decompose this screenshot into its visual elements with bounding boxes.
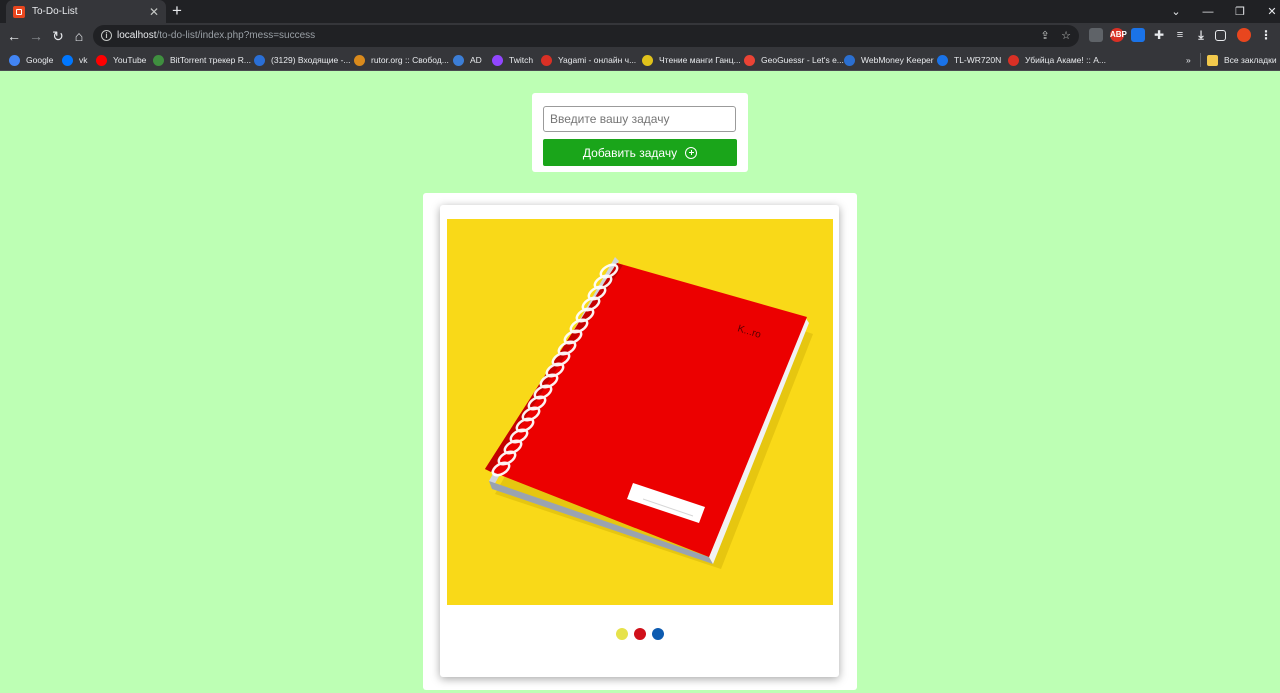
carousel-dots: [440, 628, 839, 640]
google-icon: [9, 54, 20, 66]
bookmark-geoguessr[interactable]: GeoGuessr - Let's e...: [744, 53, 844, 67]
bookmarks-overflow-button[interactable]: »: [1186, 53, 1191, 67]
plus-circle-icon: [685, 146, 698, 159]
add-task-button-label: Добавить задачу: [582, 145, 678, 160]
red-notebook-illustration: K...ro: [485, 257, 813, 569]
browser-tabstrip: To-Do-List ✕ + ⌄ — ❐ ✕: [0, 0, 1280, 23]
tab-close-icon[interactable]: ✕: [149, 6, 159, 18]
bookmark-akame[interactable]: Убийца Акаме! :: А...: [1008, 53, 1106, 67]
bookmark-router[interactable]: TL-WR720N: [937, 53, 1001, 67]
download-icon[interactable]: ⤓: [1194, 28, 1208, 42]
bittorrent-icon: [153, 54, 164, 66]
browser-toolbar: ← → ↻ ⌂ i localhost/to-do-list/index.php…: [0, 23, 1280, 49]
bookmark-webmoney[interactable]: WebMoney Keeper: [844, 53, 934, 67]
rutor-icon: [354, 54, 365, 66]
extensions-puzzle-icon[interactable]: ✚: [1152, 28, 1166, 42]
task-input[interactable]: [543, 106, 736, 132]
minimize-icon[interactable]: —: [1192, 6, 1224, 18]
home-icon[interactable]: ⌂: [70, 27, 88, 45]
carousel-dot-blue[interactable]: [651, 628, 664, 640]
bookmark-youtube[interactable]: YouTube: [96, 53, 146, 67]
bookmark-vk[interactable]: vk: [62, 53, 88, 67]
bookmark-google[interactable]: Google: [9, 53, 53, 67]
tab-search-icon[interactable]: ⌄: [1160, 5, 1192, 18]
window-close-icon[interactable]: ✕: [1256, 5, 1280, 18]
xampp-favicon-icon: [13, 5, 25, 18]
map-pin-icon: [744, 54, 755, 66]
window-controls: ⌄ — ❐ ✕: [1160, 0, 1280, 23]
share-icon[interactable]: ⇪: [1037, 28, 1053, 44]
browser-tab[interactable]: To-Do-List ✕: [6, 0, 166, 23]
menu-kebab-icon[interactable]: ⋮: [1259, 28, 1273, 42]
bookmark-star-icon[interactable]: ☆: [1058, 28, 1074, 44]
adblock-plus-icon[interactable]: ABP: [1110, 28, 1127, 42]
extension-blue-icon[interactable]: [1131, 28, 1145, 42]
bookmark-ad[interactable]: AD: [453, 53, 482, 67]
back-icon[interactable]: ←: [5, 27, 23, 45]
tab-title: To-Do-List: [32, 6, 78, 17]
router-icon: [937, 54, 948, 66]
notebook-image: K...ro: [447, 219, 833, 605]
yagami-icon: [541, 54, 552, 66]
youtube-icon: [96, 54, 107, 66]
side-panel-icon[interactable]: [1215, 30, 1226, 41]
bookmark-bittorrent[interactable]: BitTorrent трекер R...: [153, 53, 251, 67]
extension-cube-icon[interactable]: [1089, 28, 1103, 42]
new-tab-button[interactable]: +: [172, 2, 182, 20]
carousel-dot-yellow[interactable]: [615, 628, 628, 640]
url-text[interactable]: localhost/to-do-list/index.php?mess=succ…: [117, 30, 315, 41]
mail-icon: [254, 54, 265, 66]
add-task-form: Добавить задачу: [532, 93, 748, 172]
forward-icon[interactable]: →: [27, 27, 45, 45]
reload-icon[interactable]: ↻: [49, 27, 67, 45]
twitch-icon: [492, 54, 503, 66]
bookmark-rutor[interactable]: rutor.org :: Свобод...: [354, 53, 449, 67]
carousel-dot-red[interactable]: [633, 628, 646, 640]
add-task-button[interactable]: Добавить задачу: [543, 139, 737, 166]
bookmark-yagami[interactable]: Yagami - онлайн ч...: [541, 53, 636, 67]
folder-icon: [1207, 54, 1218, 66]
address-bar[interactable]: i localhost/to-do-list/index.php?mess=su…: [93, 25, 1079, 47]
restore-icon[interactable]: ❐: [1224, 5, 1256, 18]
reading-list-icon[interactable]: ≡: [1173, 28, 1187, 42]
carousel-card: K...ro: [440, 205, 839, 677]
bookmark-manga[interactable]: Чтение манги Ганц...: [642, 53, 741, 67]
all-bookmarks-folder[interactable]: Все закладки: [1200, 53, 1277, 67]
profile-avatar[interactable]: [1237, 28, 1251, 42]
bookmark-twitch[interactable]: Twitch: [492, 53, 533, 67]
vk-icon: [62, 54, 73, 66]
ad-icon: [453, 54, 464, 66]
manga-icon: [642, 54, 653, 66]
carousel-panel: K...ro: [423, 193, 857, 690]
bookmark-inbox[interactable]: (3129) Входящие -...: [254, 53, 351, 67]
bookmarks-bar: Google vk YouTube BitTorrent трекер R...…: [0, 49, 1280, 71]
site-info-icon[interactable]: i: [101, 30, 112, 41]
webmoney-icon: [844, 54, 855, 66]
akame-icon: [1008, 54, 1019, 66]
